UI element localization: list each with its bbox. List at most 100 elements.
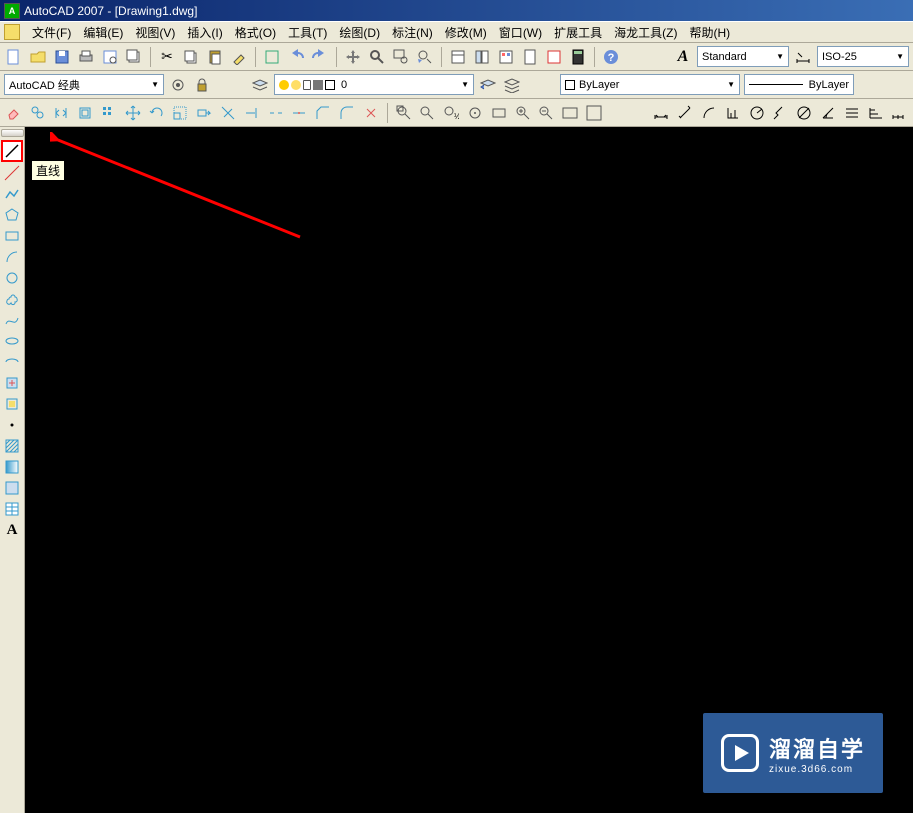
menu-app-icon[interactable] xyxy=(4,24,20,40)
dim-radius-icon[interactable] xyxy=(747,103,767,123)
markup-icon[interactable] xyxy=(544,47,564,67)
dim-quick-icon[interactable] xyxy=(842,103,862,123)
menu-modify[interactable]: 修改(M) xyxy=(439,22,493,43)
sheet-set-icon[interactable] xyxy=(520,47,540,67)
array-icon[interactable] xyxy=(99,103,119,123)
region-icon[interactable] xyxy=(2,478,22,498)
line-tool-icon[interactable] xyxy=(1,140,23,162)
dim-arc-icon[interactable] xyxy=(699,103,719,123)
open-icon[interactable] xyxy=(28,47,48,67)
paste-icon[interactable] xyxy=(205,47,225,67)
dim-jogged-icon[interactable] xyxy=(770,103,790,123)
menu-ext-tools[interactable]: 扩展工具 xyxy=(548,22,608,43)
explode-icon[interactable] xyxy=(361,103,381,123)
new-icon[interactable] xyxy=(4,47,24,67)
plot-preview-icon[interactable] xyxy=(100,47,120,67)
text-style-combo[interactable]: Standard▼ xyxy=(697,46,789,67)
copy-icon[interactable] xyxy=(181,47,201,67)
mtext-icon[interactable]: A xyxy=(2,520,22,540)
text-style-icon[interactable]: A xyxy=(673,47,693,67)
menu-file[interactable]: 文件(F) xyxy=(26,22,77,43)
undo-icon[interactable] xyxy=(286,47,306,67)
color-combo[interactable]: ByLayer▼ xyxy=(560,74,740,95)
dim-baseline-icon[interactable] xyxy=(866,103,886,123)
plot-icon[interactable] xyxy=(76,47,96,67)
layer-properties-icon[interactable] xyxy=(250,75,270,95)
construction-line-icon[interactable] xyxy=(2,163,22,183)
spline-icon[interactable] xyxy=(2,310,22,330)
hatch-icon[interactable] xyxy=(2,436,22,456)
menu-help[interactable]: 帮助(H) xyxy=(684,22,737,43)
insert-block-icon[interactable] xyxy=(2,373,22,393)
block-editor-icon[interactable] xyxy=(262,47,282,67)
dim-style-icon[interactable] xyxy=(793,47,813,67)
menu-edit[interactable]: 编辑(E) xyxy=(77,22,129,43)
dim-ordinate-icon[interactable] xyxy=(723,103,743,123)
chamfer-icon[interactable] xyxy=(313,103,333,123)
menu-tools[interactable]: 工具(T) xyxy=(282,22,333,43)
layer-previous-icon[interactable] xyxy=(478,75,498,95)
circle-icon[interactable] xyxy=(2,268,22,288)
fillet-icon[interactable] xyxy=(337,103,357,123)
workspace-combo[interactable]: AutoCAD 经典▼ xyxy=(4,74,164,95)
arc-icon[interactable] xyxy=(2,247,22,267)
publish-icon[interactable] xyxy=(124,47,144,67)
ellipse-icon[interactable] xyxy=(2,331,22,351)
design-center-icon[interactable] xyxy=(472,47,492,67)
move-icon[interactable] xyxy=(123,103,143,123)
zoom-dynamic-icon[interactable] xyxy=(418,103,438,123)
scale-icon[interactable] xyxy=(171,103,191,123)
cut-icon[interactable]: ✂ xyxy=(157,47,177,67)
tool-palettes-icon[interactable] xyxy=(496,47,516,67)
toolbar-grip[interactable] xyxy=(1,129,24,137)
dim-angular-icon[interactable] xyxy=(818,103,838,123)
lineweight-combo[interactable]: ByLayer xyxy=(744,74,854,95)
dim-style-combo[interactable]: ISO-25▼ xyxy=(817,46,909,67)
zoom-scale-icon[interactable]: ½ xyxy=(441,103,461,123)
zoom-extents-icon[interactable] xyxy=(584,103,604,123)
zoom-all-icon[interactable] xyxy=(560,103,580,123)
dim-linear-icon[interactable] xyxy=(651,103,671,123)
layer-combo[interactable]: 0 ▼ xyxy=(274,74,474,95)
rotate-icon[interactable] xyxy=(147,103,167,123)
revision-cloud-icon[interactable] xyxy=(2,289,22,309)
zoom-prev-icon[interactable] xyxy=(415,47,435,67)
stretch-icon[interactable] xyxy=(194,103,214,123)
pan-icon[interactable] xyxy=(343,47,363,67)
extend-icon[interactable] xyxy=(242,103,262,123)
menu-insert[interactable]: 插入(I) xyxy=(181,22,228,43)
polyline-icon[interactable] xyxy=(2,184,22,204)
table-icon[interactable] xyxy=(2,499,22,519)
menu-hl-tools[interactable]: 海龙工具(Z) xyxy=(608,22,683,43)
help-icon[interactable]: ? xyxy=(601,47,621,67)
offset-icon[interactable] xyxy=(75,103,95,123)
toolbar-lock-icon[interactable] xyxy=(192,75,212,95)
polygon-icon[interactable] xyxy=(2,205,22,225)
zoom-realtime-icon[interactable] xyxy=(367,47,387,67)
trim-icon[interactable] xyxy=(218,103,238,123)
ellipse-arc-icon[interactable] xyxy=(2,352,22,372)
make-block-icon[interactable] xyxy=(2,394,22,414)
join-icon[interactable] xyxy=(290,103,310,123)
match-prop-icon[interactable] xyxy=(229,47,249,67)
zoom-in-icon[interactable] xyxy=(513,103,533,123)
redo-icon[interactable] xyxy=(310,47,330,67)
dim-diameter-icon[interactable] xyxy=(794,103,814,123)
workspace-settings-icon[interactable] xyxy=(168,75,188,95)
calc-icon[interactable] xyxy=(568,47,588,67)
properties-icon[interactable] xyxy=(448,47,468,67)
dim-aligned-icon[interactable] xyxy=(675,103,695,123)
zoom-out-icon[interactable] xyxy=(537,103,557,123)
point-icon[interactable] xyxy=(2,415,22,435)
copy-obj-icon[interactable] xyxy=(28,103,48,123)
gradient-icon[interactable] xyxy=(2,457,22,477)
erase-icon[interactable] xyxy=(4,103,24,123)
menu-draw[interactable]: 绘图(D) xyxy=(333,22,386,43)
menu-format[interactable]: 格式(O) xyxy=(229,22,282,43)
drawing-canvas[interactable]: 直线 溜溜自学 zixue.3d66.com xyxy=(25,127,913,813)
zoom-center-icon[interactable] xyxy=(465,103,485,123)
menu-dimension[interactable]: 标注(N) xyxy=(386,22,439,43)
mirror-icon[interactable] xyxy=(52,103,72,123)
save-icon[interactable] xyxy=(52,47,72,67)
zoom-window2-icon[interactable] xyxy=(394,103,414,123)
